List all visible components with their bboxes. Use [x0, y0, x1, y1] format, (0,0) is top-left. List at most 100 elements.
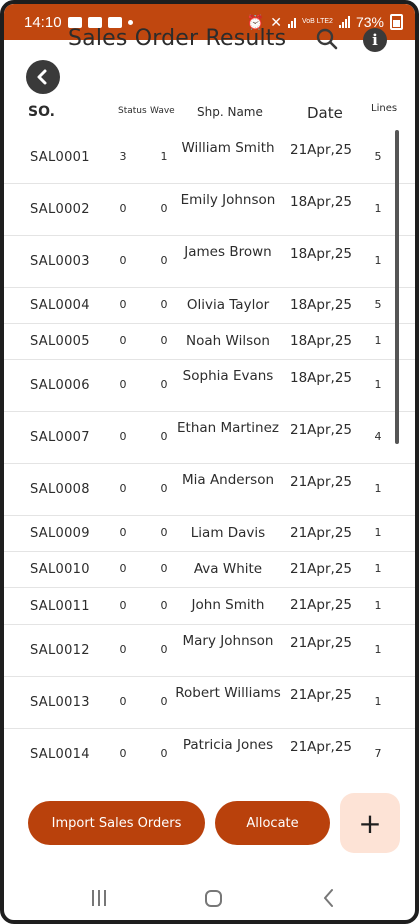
system-nav-bar	[4, 870, 415, 920]
order-lines: 7	[374, 747, 382, 760]
order-wave: 0	[160, 598, 168, 612]
order-ship-name: James Brown	[184, 244, 272, 260]
battery-percent: 73%	[355, 14, 384, 30]
chevron-left-icon	[324, 889, 333, 907]
order-ship-name: Emily Johnson	[180, 192, 276, 208]
order-status: 0	[119, 482, 127, 495]
order-row[interactable]: SAL0011 0 0 John Smith 21Apr,25 1	[4, 588, 415, 625]
order-status: 0	[119, 254, 127, 267]
order-wave: 0	[160, 747, 168, 760]
order-date: 18Apr,25	[290, 297, 353, 313]
status-time: 14:10	[24, 13, 62, 31]
order-row[interactable]: SAL0002 0 0 Emily Johnson 18Apr,25 1	[4, 184, 415, 236]
header-lines: Lines	[371, 103, 398, 114]
wifi-icon	[287, 16, 296, 28]
scrollbar[interactable]	[395, 130, 399, 444]
order-ship-name: Ava White	[193, 561, 263, 577]
page-title: Sales Order Results	[68, 26, 287, 51]
order-wave: 0	[160, 254, 168, 267]
order-so: SAL0001	[30, 150, 90, 165]
recent-apps-button[interactable]	[92, 890, 108, 906]
order-wave: 0	[160, 695, 168, 708]
order-row[interactable]: SAL0005 0 0 Noah Wilson 18Apr,25 1	[4, 324, 415, 360]
order-ship-name: Robert Williams	[175, 685, 281, 701]
order-row[interactable]: SAL0001 3 1 William Smith 21Apr,25 5	[4, 132, 415, 184]
order-status: 0	[119, 695, 127, 708]
column-headers: SO. Status Wave Shp. Name Date Lines	[4, 100, 415, 130]
order-wave: 0	[160, 526, 168, 539]
back-arrow-icon	[37, 69, 47, 85]
order-lines: 1	[374, 695, 382, 708]
home-button[interactable]	[205, 890, 222, 907]
import-sales-orders-button[interactable]: Import Sales Orders	[28, 801, 205, 845]
order-row[interactable]: SAL0013 0 0 Robert Williams 21Apr,25 1	[4, 677, 415, 729]
order-so: SAL0003	[30, 254, 90, 269]
order-status: 0	[119, 334, 127, 347]
order-so: SAL0006	[30, 378, 90, 393]
order-date: 21Apr,25	[290, 525, 353, 541]
order-ship-name: Patricia Jones	[182, 737, 274, 753]
search-button[interactable]	[314, 26, 342, 54]
system-back-button[interactable]	[322, 888, 336, 908]
allocate-button[interactable]: Allocate	[215, 801, 330, 845]
order-ship-name: Sophia Evans	[182, 368, 274, 384]
order-ship-name: Liam Davis	[190, 525, 266, 541]
info-icon: i	[372, 31, 378, 49]
info-button[interactable]: i	[363, 28, 387, 52]
order-so: SAL0011	[30, 598, 90, 614]
order-status: 0	[119, 598, 127, 612]
order-status: 0	[119, 526, 127, 539]
order-so: SAL0004	[30, 298, 90, 313]
order-status: 0	[119, 643, 127, 656]
order-so: SAL0005	[30, 334, 90, 349]
plus-icon: +	[358, 806, 382, 840]
phone-screen: 14:10 ⏰ ✕ VoB LTE2 73% Sales Order Resul…	[0, 0, 419, 924]
order-date: 18Apr,25	[290, 333, 353, 349]
order-row[interactable]: SAL0010 0 0 Ava White 21Apr,25 1	[4, 552, 415, 588]
order-lines: 1	[374, 378, 382, 391]
header-ship-name: Shp. Name	[197, 105, 263, 119]
order-date: 21Apr,25	[290, 561, 353, 577]
order-row[interactable]: SAL0008 0 0 Mia Anderson 21Apr,25 1	[4, 464, 415, 516]
order-lines: 5	[374, 150, 382, 163]
order-row[interactable]: SAL0014 0 0 Patricia Jones 21Apr,25 7	[4, 729, 415, 780]
order-date: 21Apr,25	[290, 597, 353, 613]
order-row[interactable]: SAL0004 0 0 Olivia Taylor 18Apr,25 5	[4, 288, 415, 324]
order-date: 21Apr,25	[290, 687, 353, 703]
orders-list[interactable]: SAL0001 3 1 William Smith 21Apr,25 5 SAL0002 0 0…	[4, 132, 415, 780]
order-wave: 0	[160, 643, 168, 656]
order-date: 21Apr,25	[290, 422, 353, 438]
order-lines: 1	[374, 334, 382, 347]
order-row[interactable]: SAL0009 0 0 Liam Davis 21Apr,25 1	[4, 516, 415, 552]
order-status: 3	[119, 150, 127, 163]
order-lines: 1	[374, 526, 382, 539]
order-status: 0	[119, 298, 127, 311]
order-so: SAL0002	[30, 202, 90, 217]
header-wave: Wave	[150, 106, 175, 116]
order-status: 0	[119, 378, 127, 391]
header-so: SO.	[28, 104, 55, 120]
order-so: SAL0008	[30, 482, 90, 497]
battery-icon	[390, 14, 403, 30]
order-wave: 0	[160, 298, 168, 311]
order-row[interactable]: SAL0003 0 0 James Brown 18Apr,25 1	[4, 236, 415, 288]
order-status: 0	[119, 202, 127, 215]
order-so: SAL0012	[30, 643, 90, 658]
back-button[interactable]	[26, 60, 60, 94]
header-status: Status	[118, 106, 147, 116]
order-date: 18Apr,25	[290, 370, 353, 386]
network-type: VoB LTE2	[301, 18, 333, 25]
order-date: 18Apr,25	[290, 246, 353, 262]
order-date: 18Apr,25	[290, 194, 353, 210]
order-row[interactable]: SAL0012 0 0 Mary Johnson 21Apr,25 1	[4, 625, 415, 677]
order-lines: 1	[374, 482, 382, 495]
action-bar: Import Sales Orders Allocate +	[4, 790, 415, 856]
order-ship-name: Ethan Martinez	[177, 420, 279, 436]
order-ship-name: Noah Wilson	[186, 333, 270, 349]
order-row[interactable]: SAL0006 0 0 Sophia Evans 18Apr,25 1	[4, 360, 415, 412]
add-button[interactable]: +	[340, 793, 400, 853]
order-ship-name: William Smith	[181, 140, 275, 156]
order-row[interactable]: SAL0007 0 0 Ethan Martinez 21Apr,25 4	[4, 412, 415, 464]
order-lines: 1	[374, 598, 382, 612]
order-status: 0	[119, 430, 127, 443]
